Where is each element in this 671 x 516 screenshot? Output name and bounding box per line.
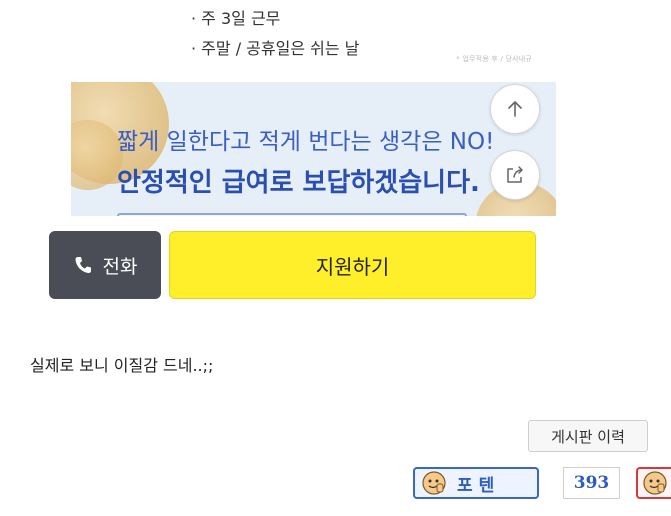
salary-banner: 짧게 일한다고 적게 번다는 생각은 NO! 안정적인 급여로 보답하겠습니다. — [71, 82, 556, 216]
phone-icon — [75, 257, 91, 273]
apply-button[interactable]: 지원하기 — [169, 231, 536, 299]
call-button-label: 전화 — [102, 255, 138, 278]
call-button[interactable]: 전화 — [49, 231, 161, 299]
image-footnote: * 업무적용 후 / 당사내규 — [456, 55, 532, 63]
share-icon — [507, 166, 523, 183]
thumbs-up-face-icon — [422, 471, 446, 495]
banner-subheadline: 안정적인 급여로 보답하겠습니다. — [117, 168, 480, 198]
benefit-item: · 주말 / 공휴일은 쉬는 날 — [191, 39, 360, 58]
arrow-up-icon — [508, 101, 522, 117]
benefit-item: · 주 3일 근무 — [191, 9, 281, 28]
board-history-button[interactable]: 게시판 이력 — [528, 420, 648, 452]
board-history-label: 게시판 이력 — [551, 427, 625, 446]
thumbs-up-face-icon — [643, 471, 667, 495]
scroll-top-button[interactable] — [490, 84, 540, 134]
second-badge[interactable] — [636, 467, 671, 499]
apply-button-label: 지원하기 — [315, 254, 390, 279]
poten-label: 포텐 — [457, 475, 501, 496]
recommend-count: 393 — [563, 467, 620, 499]
post-image: · 주 3일 근무 · 주말 / 공휴일은 쉬는 날 * 업무적용 후 / 당사… — [28, 0, 556, 216]
banner-headline: 짧게 일한다고 적게 번다는 생각은 NO! — [117, 129, 495, 155]
share-button[interactable] — [490, 150, 540, 200]
banner-frame — [117, 213, 467, 216]
post-comment-text: 실제로 보니 이질감 드네..;; — [30, 356, 214, 375]
benefit-list: · 주 3일 근무 · 주말 / 공휴일은 쉬는 날 — [191, 4, 359, 64]
poten-badge[interactable]: 포텐 — [413, 467, 539, 499]
